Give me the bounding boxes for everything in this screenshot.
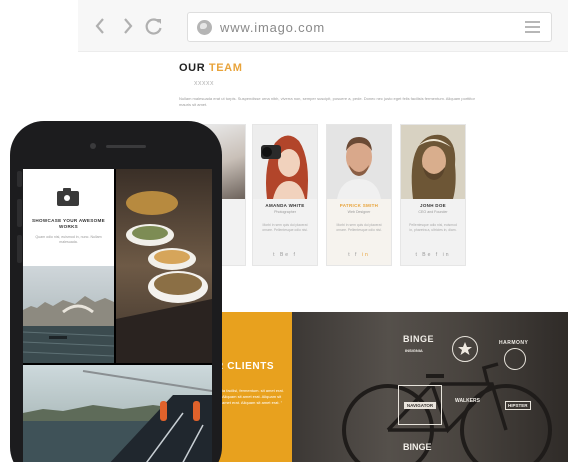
client-logo-insignia[interactable]: INSIGNIA [405,348,423,353]
gallery-tile-boat[interactable] [23,365,212,462]
member-description: Morbi in sem quis dui placerat ornare. P… [336,223,382,232]
phone-front-camera [90,143,96,149]
client-logo-badge-star[interactable] [452,336,478,362]
client-logo-binge[interactable]: BINGE [403,334,434,344]
team-title-part1: OUR [179,62,206,74]
url-text: www.imago.com [220,20,326,35]
team-section-title: OUR TEAM [179,62,242,74]
showcase-tile[interactable]: SHOWCASE YOUR AWESOME WORKS Quam odio ni… [23,169,114,266]
facebook-icon[interactable]: f [293,252,296,258]
chevron-right-icon[interactable] [118,16,136,36]
globe-icon [197,20,212,35]
member-photo [327,125,391,199]
team-card-jonh[interactable]: JONH DOE CEO and Founder Pellentesque od… [400,124,466,266]
member-social-links: t Be f in [401,252,465,258]
client-logo-navigator-box[interactable]: NAVIGATOR [398,385,442,425]
facebook-icon[interactable]: f [355,252,358,258]
client-logo-walkers[interactable]: WALKERS [455,398,480,404]
clients-title: R CLIENTS [216,361,275,372]
phone-mute-button [17,171,22,187]
member-name: PATRICK SMITH [339,203,379,208]
team-intro-text: Nullam malesuada erat ut turpis. Suspend… [179,96,475,107]
twitter-icon[interactable]: t [416,252,419,258]
showcase-title: SHOWCASE YOUR AWESOME WORKS [32,218,105,229]
phone-volume-up-button [17,199,22,227]
phone-speaker [106,145,146,148]
address-bar[interactable]: www.imago.com [187,12,552,42]
member-social-links: t f in [327,252,391,258]
member-role: Photographer [274,210,296,214]
clients-text: ia facilisi, fermentum. sit amet erat. A… [222,388,284,405]
mockup-stage: www.imago.com OUR TEAM xxxxx Nullam male… [0,0,568,462]
behance-icon[interactable]: Be [280,252,290,258]
member-name: JONH DOE [420,203,446,208]
chevron-left-icon[interactable] [92,16,110,36]
member-name: AMANDA WHITE [265,203,305,208]
phone-screen: SHOWCASE YOUR AWESOME WORKS Quam odio ni… [23,169,212,462]
behance-icon[interactable]: Be [422,252,432,258]
member-social-links: t Be f [253,252,317,258]
member-photo [401,125,465,199]
member-description: Pellentesque odio nisi, euismod in, phar… [409,223,457,232]
gallery-tile-food[interactable] [116,169,212,363]
team-title-part2: TEAM [208,62,243,74]
phone-volume-down-button [17,235,22,263]
member-description: Morbi in sem quis dui placerat ornare. P… [262,223,308,232]
twitter-icon[interactable]: t [348,252,351,258]
team-card-patrick[interactable]: PATRICK SMITH Web Designer Morbi in sem … [326,124,392,266]
team-title-ornament: xxxxx [194,80,214,87]
team-card-amanda[interactable]: AMANDA WHITE Photographer Morbi in sem q… [252,124,318,266]
client-logo-harmony[interactable]: HARMONY [499,340,528,346]
browser-toolbar: www.imago.com [78,0,568,52]
client-logo-harmony-ring [504,348,526,370]
member-photo [253,125,317,199]
twitter-icon[interactable]: t [273,252,276,258]
member-role: Web Designer [347,210,371,214]
reload-icon[interactable] [144,16,164,36]
client-logo-navigator: NAVIGATOR [404,402,436,409]
facebook-icon[interactable]: f [436,252,439,258]
phone-mockup: SHOWCASE YOUR AWESOME WORKS Quam odio ni… [10,121,222,462]
member-role: CEO and Founder [418,210,448,214]
instagram-icon[interactable]: in [362,252,370,258]
star-icon [458,342,472,355]
linkedin-icon[interactable]: in [443,252,451,258]
showcase-text: Quam odio nisi, euismod in, nunc. Nullam… [35,235,102,244]
camera-icon [57,188,79,206]
client-logo-hipster[interactable]: HIPSTER [505,401,531,410]
client-logo-binge-2[interactable]: BINGE [403,442,432,452]
menu-icon[interactable] [525,21,540,34]
gallery-tile-venice[interactable] [23,266,114,363]
